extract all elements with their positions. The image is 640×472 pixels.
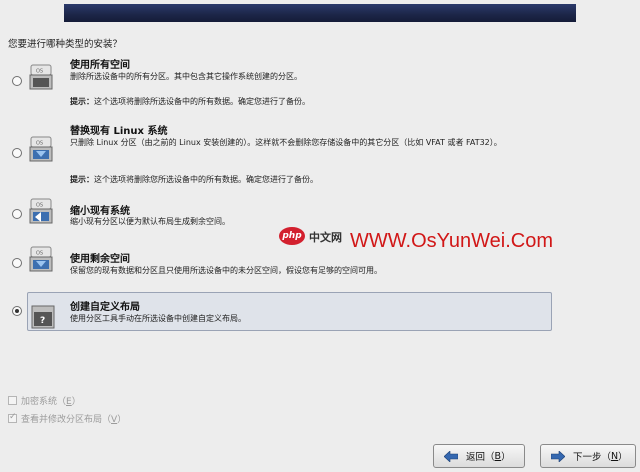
svg-text:?: ? xyxy=(40,316,45,326)
disk-custom-icon: ? xyxy=(31,305,55,329)
option-desc-shrink-system: 缩小现有分区以便为默认布局生成剩余空间。 xyxy=(70,217,230,226)
radio-custom-layout[interactable] xyxy=(12,306,22,316)
option-desc-use-free-space: 保留您的现有数据和分区且只使用所选设备中的未分区空间，假设您有足够的空间可用。 xyxy=(70,266,382,275)
encrypt-checkbox[interactable] xyxy=(8,396,17,405)
option-title-use-free-space: 使用剩余空间 xyxy=(70,254,130,265)
disk-erase-icon: OS xyxy=(29,64,53,90)
svg-text:OS: OS xyxy=(36,251,43,257)
option-note-replace-linux: 提示：这个选项将删除您所选设备中的所有数据。确定您进行了备份。 xyxy=(70,175,318,184)
radio-use-free-space[interactable] xyxy=(12,258,22,268)
radio-use-all-space[interactable] xyxy=(12,76,22,86)
option-desc-replace-linux: 只删除 Linux 分区（由之前的 Linux 安装创建的）。这样就不会删除您存… xyxy=(70,138,502,147)
option-desc-use-all-space: 删除所选设备中的所有分区。其中包含其它操作系统创建的分区。 xyxy=(70,72,302,81)
radio-replace-linux[interactable] xyxy=(12,148,22,158)
checkbox-encrypt-system[interactable]: 加密系统（E） xyxy=(8,394,81,407)
radio-shrink-system[interactable] xyxy=(12,209,22,219)
next-button[interactable]: 下一步（N） xyxy=(540,444,636,468)
header-banner xyxy=(64,4,576,22)
option-note-use-all-space: 提示：这个选项将删除所选设备中的所有数据。确定您进行了备份。 xyxy=(70,97,310,106)
watermark-cn-text: 中文网 xyxy=(309,231,342,244)
checkbox-review-layout[interactable]: 查看并修改分区布局（V） xyxy=(8,412,126,425)
svg-text:OS: OS xyxy=(36,141,43,147)
option-title-replace-linux: 替换现有 Linux 系统 xyxy=(70,126,168,137)
svg-text:OS: OS xyxy=(36,69,43,75)
arrow-left-icon xyxy=(444,450,458,462)
option-title-custom-layout: 创建自定义布局 xyxy=(70,302,140,313)
disk-free-space-icon: OS xyxy=(29,246,53,272)
svg-text:OS: OS xyxy=(36,203,43,209)
disk-shrink-icon: OS xyxy=(29,198,53,224)
watermark-logo: php xyxy=(279,227,305,245)
page-question: 您要进行哪种类型的安装？ xyxy=(8,39,123,50)
back-button[interactable]: 返回（B） xyxy=(433,444,525,468)
option-desc-custom-layout: 使用分区工具手动在所选设备中创建自定义布局。 xyxy=(70,314,246,323)
arrow-right-icon xyxy=(551,450,565,462)
disk-replace-icon: OS xyxy=(29,136,53,162)
review-layout-checkbox[interactable] xyxy=(8,412,17,423)
watermark-url: WWW.OsYunWei.Com xyxy=(350,230,553,252)
option-title-use-all-space: 使用所有空间 xyxy=(70,60,130,71)
